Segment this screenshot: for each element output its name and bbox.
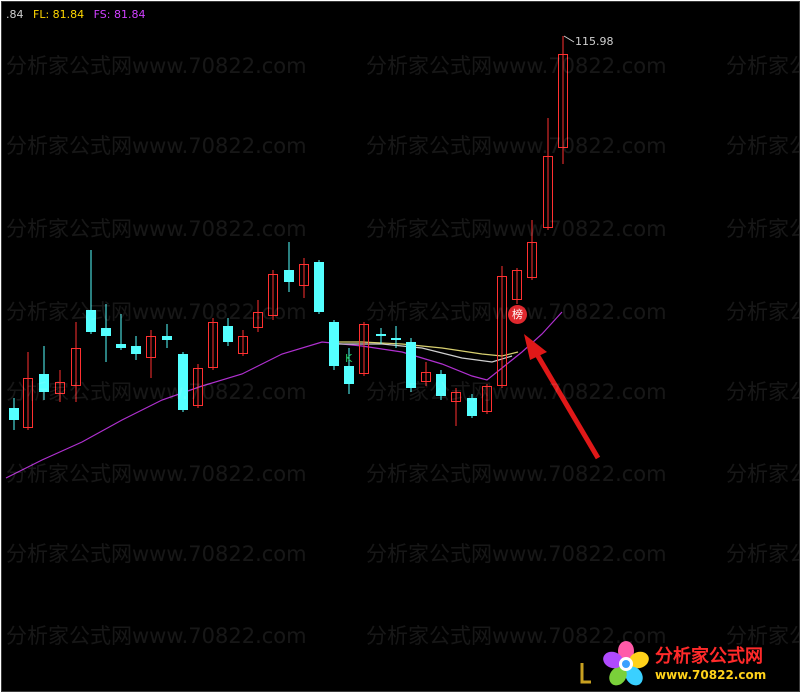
fs-indicator: FS: 81.84 xyxy=(93,8,146,21)
peak-pointer xyxy=(563,35,575,43)
bang-badge: 榜 xyxy=(508,305,527,324)
logo-url: www.70822.com xyxy=(655,668,767,682)
candle-body-down xyxy=(101,328,111,336)
candle-body-down xyxy=(436,374,446,396)
candle-body-down xyxy=(467,398,477,416)
candle-body-down xyxy=(39,374,49,392)
candle-body-down xyxy=(223,326,233,342)
candle-body-down xyxy=(86,310,96,332)
candle-body-down xyxy=(314,262,324,312)
candle-body-down xyxy=(162,336,172,340)
chart-window: 分析家公式网www.70822.com 分析家公式网www.70822.com 分析… xyxy=(1,1,800,692)
flower-logo-icon xyxy=(603,641,649,686)
k-marker: K xyxy=(345,352,353,365)
annotation-arrow-head xyxy=(524,334,547,360)
candle-body-down xyxy=(131,346,141,354)
indicator-header: .84 FL: 81.84 FS: 81.84 xyxy=(6,8,151,21)
candle-body-down xyxy=(391,338,401,340)
candle-body-down xyxy=(284,270,294,282)
candle-body-down xyxy=(376,334,386,336)
fl-indicator: FL: 81.84 xyxy=(33,8,85,21)
logo-title: 分析家公式网 xyxy=(655,646,763,667)
candle-body-down xyxy=(406,342,416,388)
candle-body-down xyxy=(329,322,339,366)
site-logo: 分析家公式网 www.70822.com xyxy=(600,636,798,690)
corner-mark xyxy=(580,662,592,684)
partial-value: .84 xyxy=(6,8,24,21)
peak-price-label: 115.98 xyxy=(575,35,614,48)
ma-line-purple xyxy=(5,311,563,479)
candle-body-down xyxy=(178,354,188,410)
annotation-arrow-shaft xyxy=(529,344,601,460)
candlestick-chart[interactable] xyxy=(2,2,799,691)
candle-body-down xyxy=(116,344,126,348)
candle-body-down xyxy=(9,408,19,420)
candle-body-down xyxy=(344,366,354,384)
